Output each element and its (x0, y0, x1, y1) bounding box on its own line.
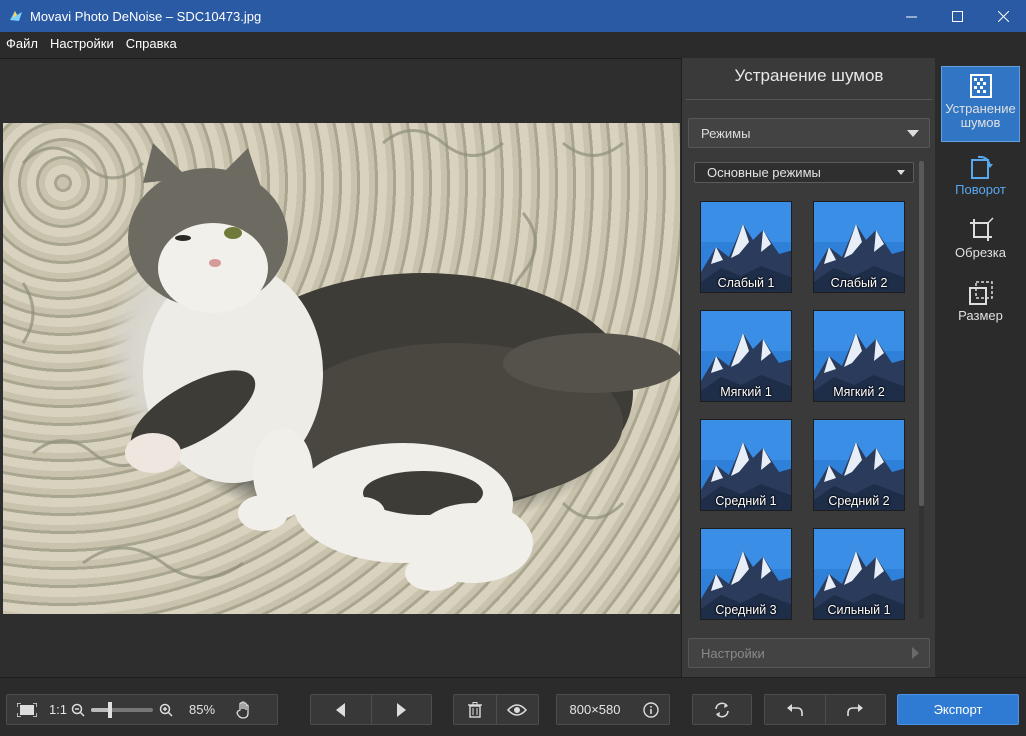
redo-button[interactable] (825, 695, 885, 724)
preset-thumbnail[interactable]: Средний 2 (813, 419, 905, 511)
image-size: 800×580 (569, 702, 621, 717)
zoom-slider[interactable] (91, 701, 153, 718)
preset-label: Слабый 2 (830, 276, 888, 290)
arrow-left-icon (335, 702, 345, 717)
navigation-group (310, 694, 432, 725)
tool-resize[interactable]: Размер (941, 274, 1020, 350)
trash-icon (467, 701, 482, 718)
scrollbar-thumb[interactable] (919, 161, 924, 506)
preset-thumbnail[interactable]: Сильный 1 (813, 528, 905, 620)
divider (686, 99, 932, 100)
tool-resize-label: Размер (958, 308, 1003, 323)
app-logo-icon (10, 11, 22, 21)
resize-icon (968, 281, 993, 305)
dropdown-arrow-icon (897, 170, 905, 175)
history-group (764, 694, 886, 725)
preset-thumbnail[interactable]: Средний 1 (700, 419, 792, 511)
arrow-right-icon (397, 702, 407, 717)
zoom-slider-handle[interactable] (107, 701, 112, 718)
settings-section-header[interactable]: Настройки (688, 638, 930, 668)
fit-to-screen-button[interactable] (7, 695, 47, 724)
preset-label: Сильный 1 (827, 603, 891, 617)
close-button[interactable] (980, 0, 1026, 32)
preset-label: Средний 1 (715, 494, 777, 508)
close-icon (997, 10, 1009, 22)
reset-group (692, 694, 752, 725)
reset-button[interactable] (693, 695, 751, 724)
maximize-button[interactable] (934, 0, 980, 32)
rotate-icon (970, 155, 993, 179)
tool-rotate-label: Поворот (955, 182, 1006, 197)
tool-strip: Устранение шумов Поворот Обрезка Размер (935, 58, 1026, 677)
previous-image-button[interactable] (311, 695, 371, 724)
preset-label: Мягкий 1 (720, 385, 772, 399)
preset-label: Слабый 1 (717, 276, 775, 290)
denoise-panel: Устранение шумов Режимы Основные режимы … (681, 58, 935, 677)
preset-label: Мягкий 2 (833, 385, 885, 399)
preset-thumbnail[interactable]: Мягкий 2 (813, 310, 905, 402)
photo-preview (3, 123, 680, 614)
preset-thumbnail[interactable]: Слабый 2 (813, 201, 905, 293)
next-image-button[interactable] (371, 695, 431, 724)
undo-icon (786, 703, 803, 716)
expand-arrow-icon (912, 647, 919, 659)
redo-icon (847, 703, 864, 716)
preset-thumbnail[interactable]: Мягкий 1 (700, 310, 792, 402)
zoom-percent: 85% (188, 702, 216, 717)
crop-icon (969, 217, 994, 241)
hand-tool-button[interactable] (229, 695, 259, 724)
preset-label: Средний 3 (715, 603, 777, 617)
info-button[interactable] (633, 695, 669, 724)
panel-title: Устранение шумов (734, 66, 884, 85)
zoom-in-icon (159, 703, 173, 717)
preset-thumbnail[interactable]: Слабый 1 (700, 201, 792, 293)
undo-button[interactable] (765, 695, 825, 724)
preset-grid: Слабый 1 Слабый 2 Мягкий 1 Мягкий 2 Средний … (700, 201, 906, 621)
modes-header-label: Режимы (701, 125, 751, 141)
actual-size-button[interactable]: 1:1 (47, 695, 69, 724)
minimize-icon (905, 16, 917, 17)
info-icon (643, 701, 659, 718)
image-canvas[interactable] (0, 58, 681, 677)
modes-section-header[interactable]: Режимы (688, 118, 930, 148)
denoise-icon (969, 74, 992, 98)
title-bar: Movavi Photo DeNoise – SDC10473.jpg (0, 0, 1026, 32)
fit-screen-icon (17, 702, 37, 717)
menu-help[interactable]: Справка (120, 32, 183, 56)
preset-select-value: Основные режимы (707, 165, 821, 180)
bottom-toolbar: 1:1 85% 800×580 Экспорт (0, 677, 1026, 736)
tool-denoise[interactable]: Устранение шумов (941, 66, 1020, 142)
zoom-out-button[interactable] (69, 695, 87, 724)
delete-button[interactable] (454, 695, 496, 724)
eye-icon (507, 703, 528, 716)
window-title: Movavi Photo DeNoise – SDC10473.jpg (30, 8, 262, 24)
export-button[interactable]: Экспорт (897, 694, 1019, 725)
maximize-icon (951, 10, 963, 22)
preset-label: Средний 2 (828, 494, 890, 508)
zoom-group: 1:1 85% (6, 694, 278, 725)
compare-preview-button[interactable] (496, 695, 538, 724)
menu-bar: Файл Настройки Справка (0, 32, 1026, 56)
menu-file[interactable]: Файл (0, 32, 44, 56)
tool-crop-label: Обрезка (955, 245, 1006, 260)
collapse-arrow-icon (907, 130, 919, 137)
image-info-group: 800×580 (556, 694, 670, 725)
file-actions-group (453, 694, 539, 725)
settings-header-label: Настройки (701, 645, 765, 661)
zoom-in-button[interactable] (157, 695, 175, 724)
menu-settings[interactable]: Настройки (44, 32, 120, 56)
minimize-button[interactable] (888, 0, 934, 32)
preset-category-select[interactable]: Основные режимы (694, 162, 914, 183)
preset-thumbnail[interactable]: Средний 3 (700, 528, 792, 620)
preset-scrollbar[interactable] (919, 161, 924, 619)
hand-icon (236, 700, 249, 719)
refresh-icon (715, 702, 729, 717)
tool-denoise-label: Устранение шумов (945, 101, 1016, 130)
zoom-out-icon (71, 703, 85, 717)
